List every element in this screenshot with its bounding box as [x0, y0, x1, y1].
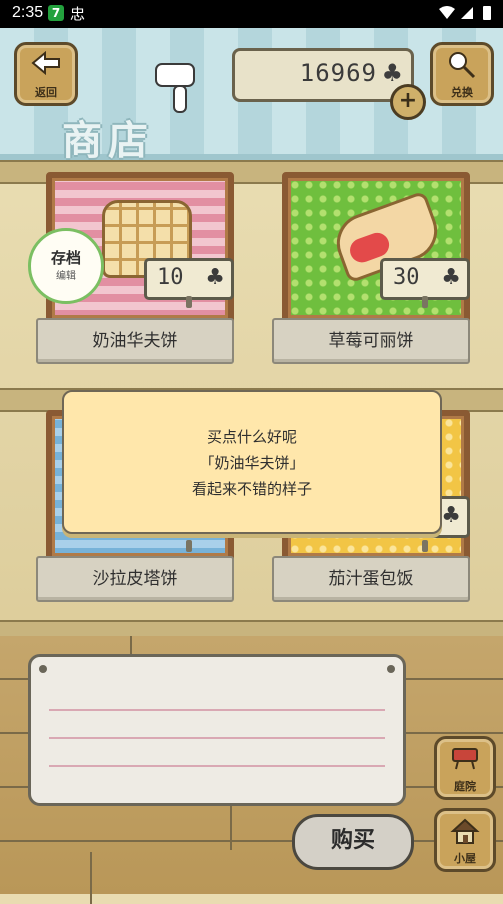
yard-button[interactable]: 庭院 [434, 736, 496, 800]
dialog-line-3: 看起来不错的样子 [191, 480, 312, 498]
exchange-button-label: 兑换 [451, 86, 473, 99]
dialog-line-2: 「奶油华夫饼」 [199, 454, 305, 472]
currency-display: 16969 ♣ [232, 48, 414, 102]
house-button[interactable]: 小屋 [434, 808, 496, 872]
clover-icon: ♣ [441, 265, 461, 290]
yard-button-label: 庭院 [454, 780, 476, 793]
item-name-plate[interactable]: 茄汁蛋包饭 [272, 556, 470, 602]
status-bar: 2:35 7 忠 [0, 0, 503, 28]
notification-icon: 忠 [70, 5, 86, 23]
clover-icon: ♣ [381, 59, 403, 87]
save-badge[interactable]: 存档 编辑 [28, 228, 104, 304]
tag-hook [186, 296, 192, 308]
back-button-label: 返回 [35, 86, 57, 99]
message-dialog[interactable]: 买点什么好呢 「奶油华夫饼」 看起来不错的样子 [62, 390, 442, 534]
add-currency-button[interactable]: + [390, 84, 426, 120]
status-time: 2:35 [12, 4, 44, 21]
dialog-line-1: 买点什么好呢 [206, 428, 297, 446]
plank-seam [90, 852, 92, 904]
shop-title: 商店 [62, 118, 154, 164]
buy-button[interactable]: 购买 [292, 814, 414, 870]
ruled-line [49, 765, 385, 767]
grill-icon [437, 745, 493, 778]
save-badge-subtitle: 编辑 [56, 271, 76, 282]
app-badge-icon: 7 [48, 5, 64, 21]
house-icon [437, 817, 493, 852]
tag-hook [186, 540, 192, 552]
currency-value: 16969 [299, 59, 377, 87]
item-frame-crepe[interactable] [282, 172, 470, 324]
back-arrow-icon [17, 50, 75, 82]
item-name-plate[interactable]: 奶油华夫饼 [36, 318, 234, 364]
hand-pointer-icon [152, 58, 198, 118]
clover-icon: ♣ [441, 503, 461, 528]
price-tag: 30 ♣ [380, 258, 470, 300]
net-icon [433, 51, 491, 86]
description-board [28, 654, 406, 806]
item-name-plate[interactable]: 沙拉皮塔饼 [36, 556, 234, 602]
ruled-line [49, 737, 385, 739]
price-tag: 10 ♣ [144, 258, 234, 300]
tag-hook [422, 540, 428, 552]
house-button-label: 小屋 [454, 852, 476, 865]
price-value: 10 [157, 265, 184, 290]
item-name-plate[interactable]: 草莓可丽饼 [272, 318, 470, 364]
clover-icon: ♣ [205, 265, 225, 290]
price-value: 30 [393, 265, 420, 290]
system-status-icons [437, 5, 495, 25]
pin-icon [387, 665, 395, 673]
back-button[interactable]: 返回 [14, 42, 78, 106]
save-badge-title: 存档 [50, 249, 81, 267]
ruled-line [49, 709, 385, 711]
pin-icon [39, 665, 47, 673]
tag-hook [422, 296, 428, 308]
exchange-button[interactable]: 兑换 [430, 42, 494, 106]
